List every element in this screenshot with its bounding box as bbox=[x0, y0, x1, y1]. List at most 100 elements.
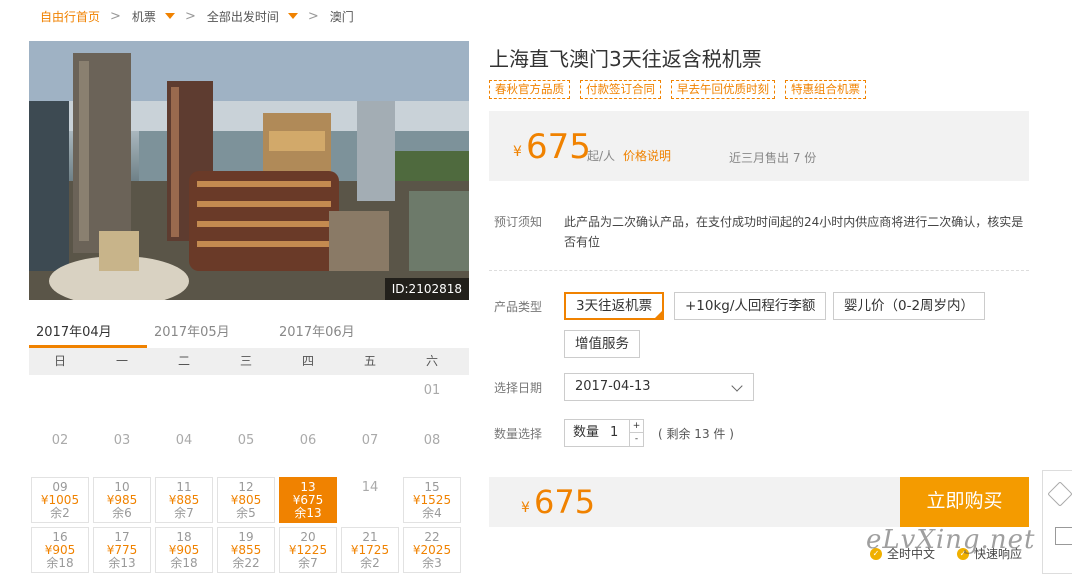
calendar-day-number: 14 bbox=[361, 480, 379, 495]
breadcrumb-current: 澳门 bbox=[329, 9, 354, 24]
price-panel: ¥ 675 起/人 价格说明 近三月售出 7 份 bbox=[489, 111, 1029, 181]
product-tag: 特惠组合机票 bbox=[785, 80, 866, 99]
weekday-fri: 五 bbox=[363, 354, 376, 368]
option-roundtrip-ticket[interactable]: 3天往返机票 ✓ bbox=[564, 292, 665, 320]
calendar-day-available[interactable]: 21 ¥1725 余2 bbox=[341, 527, 399, 573]
increment-button[interactable]: + bbox=[629, 420, 643, 433]
calendar-week-4: 16 ¥905 余18 17 ¥775 余13 18 ¥905 余18 19 ¥… bbox=[29, 525, 469, 574]
quantity-stepper[interactable]: 数量 1 + - bbox=[564, 419, 644, 447]
calendar-day-number: 07 bbox=[361, 433, 379, 448]
image-id-label: ID:2102818 bbox=[384, 278, 469, 300]
calendar-day-number: 05 bbox=[237, 433, 255, 448]
calendar-day-number: 06 bbox=[299, 433, 317, 448]
calendar-week-1: 01 bbox=[29, 375, 469, 425]
calendar-day: 05 bbox=[215, 425, 277, 475]
calendar-day-available[interactable]: 20 ¥1225 余7 bbox=[279, 527, 337, 573]
decrement-button[interactable]: - bbox=[629, 433, 643, 446]
calendar-day-number: 04 bbox=[175, 433, 193, 448]
option-extra-baggage[interactable]: +10kg/人回程行李额 bbox=[674, 292, 827, 320]
calendar-day-stock: 余6 bbox=[112, 506, 132, 520]
calendar-day-stock: 余18 bbox=[46, 556, 74, 570]
buy-now-button[interactable]: 立即购买 bbox=[900, 477, 1029, 527]
calendar-week-3: 09 ¥1005 余2 10 ¥985 余6 11 ¥885 余7 12 ¥80… bbox=[29, 475, 469, 525]
caret-down-icon[interactable] bbox=[287, 13, 298, 19]
breadcrumb-flights-link[interactable]: 机票 bbox=[132, 8, 156, 25]
currency-symbol: ¥ bbox=[521, 500, 530, 516]
calendar-day: 07 bbox=[339, 425, 401, 475]
qr-code-icon[interactable] bbox=[1055, 527, 1072, 545]
option-value-added-service[interactable]: 增值服务 bbox=[564, 330, 640, 358]
total-price: 675 bbox=[534, 483, 596, 521]
weekday-sat: 六 bbox=[425, 354, 438, 368]
check-icon: ✓ bbox=[656, 304, 663, 312]
macau-skyline-image bbox=[29, 41, 469, 300]
calendar-day-stock: 余13 bbox=[294, 506, 322, 520]
calendar-weekday-header: 日 一 二 三 四 五 六 bbox=[29, 348, 469, 375]
watermark: eLvXing.net bbox=[866, 525, 1036, 555]
edit-icon[interactable] bbox=[1047, 481, 1072, 507]
calendar-week-2: 02 03 04 05 06 07 08 bbox=[29, 425, 469, 475]
weekday-tue: 二 bbox=[177, 354, 190, 368]
calendar-day: 03 bbox=[91, 425, 153, 475]
calendar-empty-cell bbox=[215, 375, 277, 425]
option-infant-price[interactable]: 婴儿价（0-2周岁内） bbox=[833, 292, 986, 320]
tab-month-3[interactable]: 2017年06月 bbox=[272, 318, 397, 348]
calendar-day-stock: 余5 bbox=[236, 506, 256, 520]
breadcrumb-separator: > bbox=[184, 8, 196, 24]
price-unit: 起/人 bbox=[587, 149, 616, 163]
caret-down-icon[interactable] bbox=[164, 13, 175, 19]
breadcrumb-separator: > bbox=[110, 8, 121, 24]
breadcrumb: 自由行首页 > 机票 > 全部出发时间 > 澳门 bbox=[40, 7, 354, 25]
date-value: 2017-04-13 bbox=[575, 379, 651, 394]
calendar-day-available[interactable]: 16 ¥905 余18 bbox=[31, 527, 89, 573]
calendar-day-stock: 余3 bbox=[422, 556, 442, 570]
calendar-day-stock: 余18 bbox=[170, 556, 198, 570]
month-tabs: 2017年04月 2017年05月 2017年06月 bbox=[29, 318, 469, 348]
booking-notice-text: 此产品为二次确认产品，在支付成功时间起的24小时内供应商将进行二次确认，核实是否… bbox=[564, 215, 1024, 249]
calendar-day-available[interactable]: 15 ¥1525 余4 bbox=[403, 477, 461, 523]
calendar-day-stock: 余13 bbox=[108, 556, 136, 570]
calendar-day-number: 01 bbox=[423, 383, 441, 398]
calendar-day-available[interactable]: 18 ¥905 余18 bbox=[155, 527, 213, 573]
calendar-day-available[interactable]: 22 ¥2025 余3 bbox=[403, 527, 461, 573]
calendar-day: 01 bbox=[401, 375, 463, 425]
calendar-empty-cell bbox=[153, 375, 215, 425]
calendar-day-available[interactable]: 19 ¥855 余22 bbox=[217, 527, 275, 573]
quantity-value[interactable]: 1 bbox=[610, 420, 618, 446]
breadcrumb-home-link[interactable]: 自由行首页 bbox=[40, 8, 100, 25]
calendar-empty-cell bbox=[91, 375, 153, 425]
breadcrumb-separator: > bbox=[307, 8, 319, 24]
calendar-day-selected[interactable]: 13 ¥675 余13 bbox=[279, 477, 337, 523]
calendar-day: 08 bbox=[401, 425, 463, 475]
tab-month-2[interactable]: 2017年05月 bbox=[147, 318, 272, 348]
section-divider bbox=[489, 270, 1029, 271]
remaining-stock: ( 剩余 13 件 ) bbox=[658, 427, 734, 441]
product-tags: 春秋官方品质 付款签订合同 早去午回优质时刻 特惠组合机票 bbox=[489, 80, 876, 99]
tab-month-1[interactable]: 2017年04月 bbox=[29, 318, 147, 348]
calendar-day-available[interactable]: 09 ¥1005 余2 bbox=[31, 477, 89, 523]
calendar-day: 06 bbox=[277, 425, 339, 475]
product-tag: 春秋官方品质 bbox=[489, 80, 570, 99]
calendar-day-available[interactable]: 17 ¥775 余13 bbox=[93, 527, 151, 573]
side-toolbar bbox=[1042, 470, 1072, 574]
product-title: 上海直飞澳门3天往返含税机票 bbox=[489, 47, 762, 71]
price-explanation-link[interactable]: 价格说明 bbox=[623, 147, 671, 164]
calendar-day-available[interactable]: 11 ¥885 余7 bbox=[155, 477, 213, 523]
date-select[interactable]: 2017-04-13 bbox=[564, 373, 754, 401]
starting-price: 675 bbox=[526, 127, 591, 167]
booking-notice-label: 预订须知 bbox=[494, 215, 543, 229]
chevron-down-icon bbox=[731, 380, 743, 392]
product-photo: ID:2102818 bbox=[29, 41, 469, 300]
calendar-day-stock: 余7 bbox=[174, 506, 194, 520]
date-label: 选择日期 bbox=[494, 381, 543, 395]
quantity-label: 数量选择 bbox=[494, 427, 543, 441]
calendar-day-stock: 余4 bbox=[422, 506, 442, 520]
calendar-day-stock: 余2 bbox=[360, 556, 380, 570]
product-tag: 早去午回优质时刻 bbox=[671, 80, 775, 99]
calendar-day-available[interactable]: 10 ¥985 余6 bbox=[93, 477, 151, 523]
price-calendar: 日 一 二 三 四 五 六 01 02 03 04 05 06 07 08 09… bbox=[29, 348, 469, 574]
product-tag: 付款签订合同 bbox=[580, 80, 661, 99]
breadcrumb-departure-time-link[interactable]: 全部出发时间 bbox=[207, 8, 279, 25]
sold-count: 近三月售出 7 份 bbox=[729, 151, 817, 165]
calendar-day-available[interactable]: 12 ¥805 余5 bbox=[217, 477, 275, 523]
